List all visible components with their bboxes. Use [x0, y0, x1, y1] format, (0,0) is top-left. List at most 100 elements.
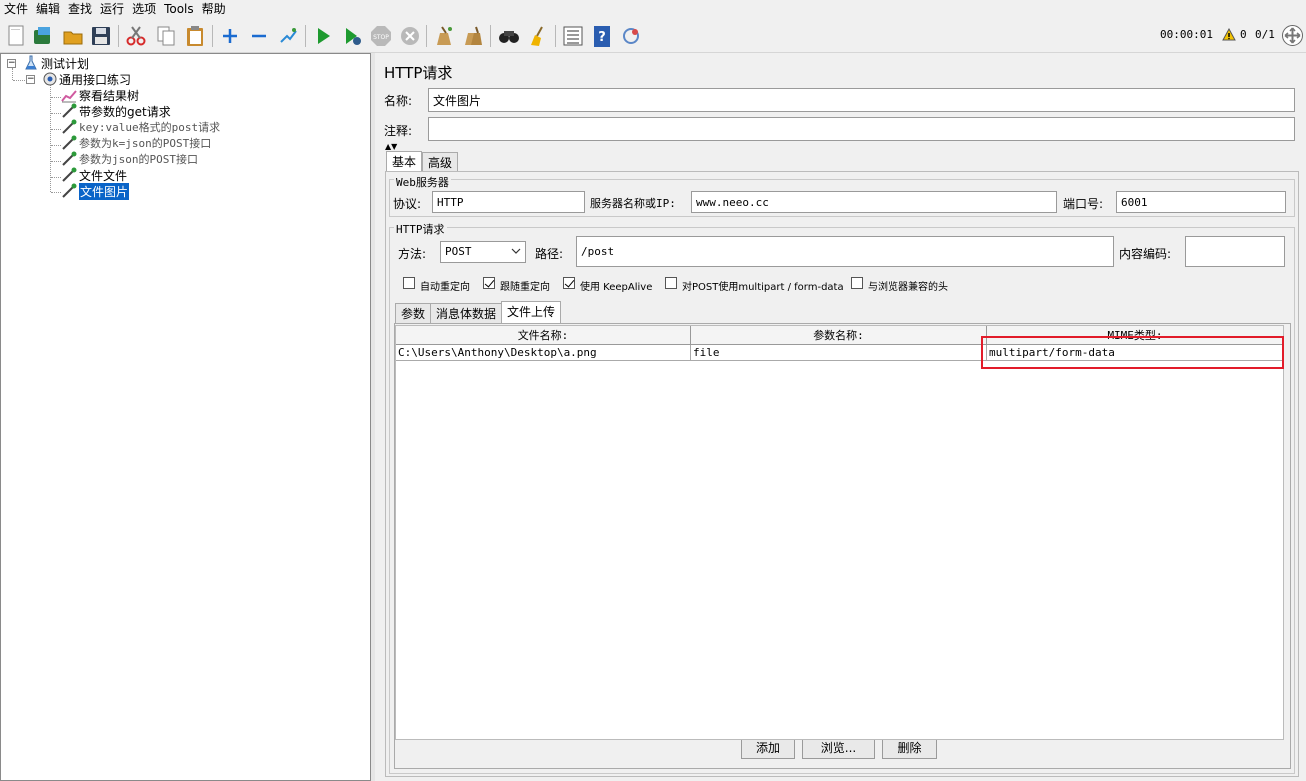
path-label: 路径: — [535, 247, 564, 261]
test-plan-tree[interactable]: − 测试计划 − 通用接口练习 察看结果树 带参数的get请求 key:valu… — [0, 53, 371, 781]
collapse-icon[interactable] — [247, 24, 271, 48]
tab-advanced[interactable]: 高级 — [422, 152, 459, 172]
encoding-field[interactable] — [1185, 236, 1285, 267]
tab-body-data[interactable]: 消息体数据 — [430, 303, 503, 323]
start-icon[interactable] — [311, 24, 335, 48]
tree-node-label: 察看结果树 — [79, 88, 140, 103]
menu-help[interactable]: 帮助 — [198, 0, 230, 19]
port-label: 端口号: — [1063, 197, 1104, 211]
add-button[interactable]: 添加 — [741, 737, 795, 759]
tree-node-label: 参数为json的POST接口 — [79, 153, 198, 166]
group-collapse-toggle[interactable]: − — [26, 75, 35, 84]
reset-search-icon[interactable] — [526, 24, 550, 48]
thread-group-icon — [41, 71, 57, 87]
follow-redirect-checkbox[interactable] — [483, 277, 495, 289]
tab-parameters[interactable]: 参数 — [395, 303, 432, 323]
expand-icon[interactable] — [218, 24, 242, 48]
browse-button[interactable]: 浏览... — [802, 737, 875, 759]
save-icon[interactable] — [89, 24, 113, 48]
table-cell-filename[interactable]: C:\Users\Anthony\Desktop\a.png — [396, 345, 691, 361]
browser-headers-label: 与浏览器兼容的头 — [868, 282, 948, 293]
tree-node-view-results[interactable]: 察看结果树 — [61, 87, 139, 103]
tree-node-label: 通用接口练习 — [59, 72, 132, 87]
path-field[interactable]: /post — [576, 236, 1114, 267]
server-label: 服务器名称或IP: — [590, 197, 676, 210]
pipette-icon — [61, 103, 77, 119]
tree-node-label: 带参数的get请求 — [79, 104, 171, 119]
follow-redirect-label: 跟随重定向 — [500, 282, 550, 293]
copy-icon[interactable] — [154, 24, 178, 48]
divider-arrows[interactable]: ▲▼ — [385, 143, 397, 151]
chart-icon — [61, 87, 77, 103]
name-label: 名称: — [384, 94, 413, 108]
encoding-label: 内容编码: — [1119, 247, 1172, 261]
method-label: 方法: — [398, 247, 427, 261]
svg-text:STOP: STOP — [373, 34, 389, 41]
multipart-checkbox[interactable] — [665, 277, 677, 289]
keepalive-checkbox[interactable] — [563, 277, 575, 289]
function-helper-icon[interactable] — [561, 24, 585, 48]
table-cell-param-name[interactable]: file — [691, 345, 987, 361]
server-field[interactable]: www.neeo.cc — [691, 191, 1057, 213]
clear-icon[interactable] — [432, 24, 456, 48]
menu-search[interactable]: 查找 — [64, 0, 96, 19]
shutdown-icon[interactable] — [398, 24, 422, 48]
delete-button[interactable]: 删除 — [882, 737, 937, 759]
help-icon[interactable]: ? — [590, 24, 614, 48]
test-plan-icon — [23, 55, 39, 71]
browser-headers-checkbox[interactable] — [851, 277, 863, 289]
auto-redirect-checkbox[interactable] — [403, 277, 415, 289]
tab-file-upload[interactable]: 文件上传 — [501, 301, 562, 323]
warning-icon[interactable] — [1222, 27, 1236, 44]
comment-field[interactable] — [428, 117, 1295, 141]
tree-node-http-sampler[interactable]: 参数为json的POST接口 — [61, 151, 198, 167]
web-server-legend: Web服务器 — [394, 174, 451, 190]
pipette-icon — [61, 119, 77, 135]
highlight-annotation — [981, 336, 1284, 369]
panel-title: HTTP请求 — [384, 64, 453, 82]
menu-tools[interactable]: Tools — [160, 0, 198, 19]
menu-edit[interactable]: 编辑 — [32, 0, 64, 19]
elapsed-time: 00:00:01 — [1160, 28, 1213, 41]
clear-all-icon[interactable] — [461, 24, 485, 48]
root-collapse-toggle[interactable]: − — [7, 59, 16, 68]
pipette-icon — [61, 151, 77, 167]
protocol-field[interactable]: HTTP — [432, 191, 585, 213]
file-upload-table[interactable]: 文件名称: 参数名称: MIME类型: C:\Users\Anthony\Des… — [395, 325, 1284, 740]
search-icon[interactable] — [497, 24, 521, 48]
column-header-filename[interactable]: 文件名称: — [396, 326, 691, 345]
templates-icon[interactable] — [31, 24, 55, 48]
open-icon[interactable] — [61, 24, 85, 48]
tree-node-label: key:value格式的post请求 — [79, 121, 221, 134]
stop-icon[interactable]: STOP — [369, 24, 393, 48]
tree-node-http-sampler[interactable]: 带参数的get请求 — [61, 103, 171, 119]
column-header-param-name[interactable]: 参数名称: — [691, 326, 987, 345]
tree-node-http-sampler[interactable]: 参数为k=json的POST接口 — [61, 135, 211, 151]
tree-node-http-sampler-selected[interactable]: 文件图片 — [61, 182, 130, 200]
menu-options[interactable]: 选项 — [128, 0, 160, 19]
tree-node-label: 文件文件 — [79, 168, 128, 183]
tree-node-thread-group[interactable]: 通用接口练习 — [41, 71, 131, 87]
port-field[interactable]: 6001 — [1116, 191, 1286, 213]
warning-count: 0 — [1240, 28, 1247, 41]
method-select[interactable]: POST — [440, 241, 526, 263]
remote-status-icon[interactable] — [1281, 24, 1304, 50]
toggle-icon[interactable] — [276, 24, 300, 48]
name-field[interactable]: 文件图片 — [428, 88, 1295, 112]
tree-node-http-sampler[interactable]: 文件文件 — [61, 167, 127, 183]
paste-icon[interactable] — [183, 24, 207, 48]
tree-node-http-sampler[interactable]: key:value格式的post请求 — [61, 119, 220, 135]
menu-run[interactable]: 运行 — [96, 0, 128, 19]
cut-icon[interactable] — [124, 24, 148, 48]
menu-file[interactable]: 文件 — [0, 0, 32, 19]
remote-icon[interactable] — [619, 24, 643, 48]
multipart-label: 对POST使用multipart / form-data — [682, 282, 844, 293]
pipette-icon — [61, 167, 77, 183]
pipette-icon — [61, 135, 77, 151]
new-icon[interactable] — [4, 24, 28, 48]
tab-basic[interactable]: 基本 — [386, 151, 423, 171]
http-request-panel: HTTP请求 名称: 文件图片 注释: ▲▼ 基本 高级 Web服务器 协议: … — [375, 53, 1306, 781]
tree-node-test-plan[interactable]: 测试计划 — [23, 55, 89, 71]
start-no-pause-icon[interactable] — [340, 24, 364, 48]
comment-label: 注释: — [384, 124, 413, 138]
